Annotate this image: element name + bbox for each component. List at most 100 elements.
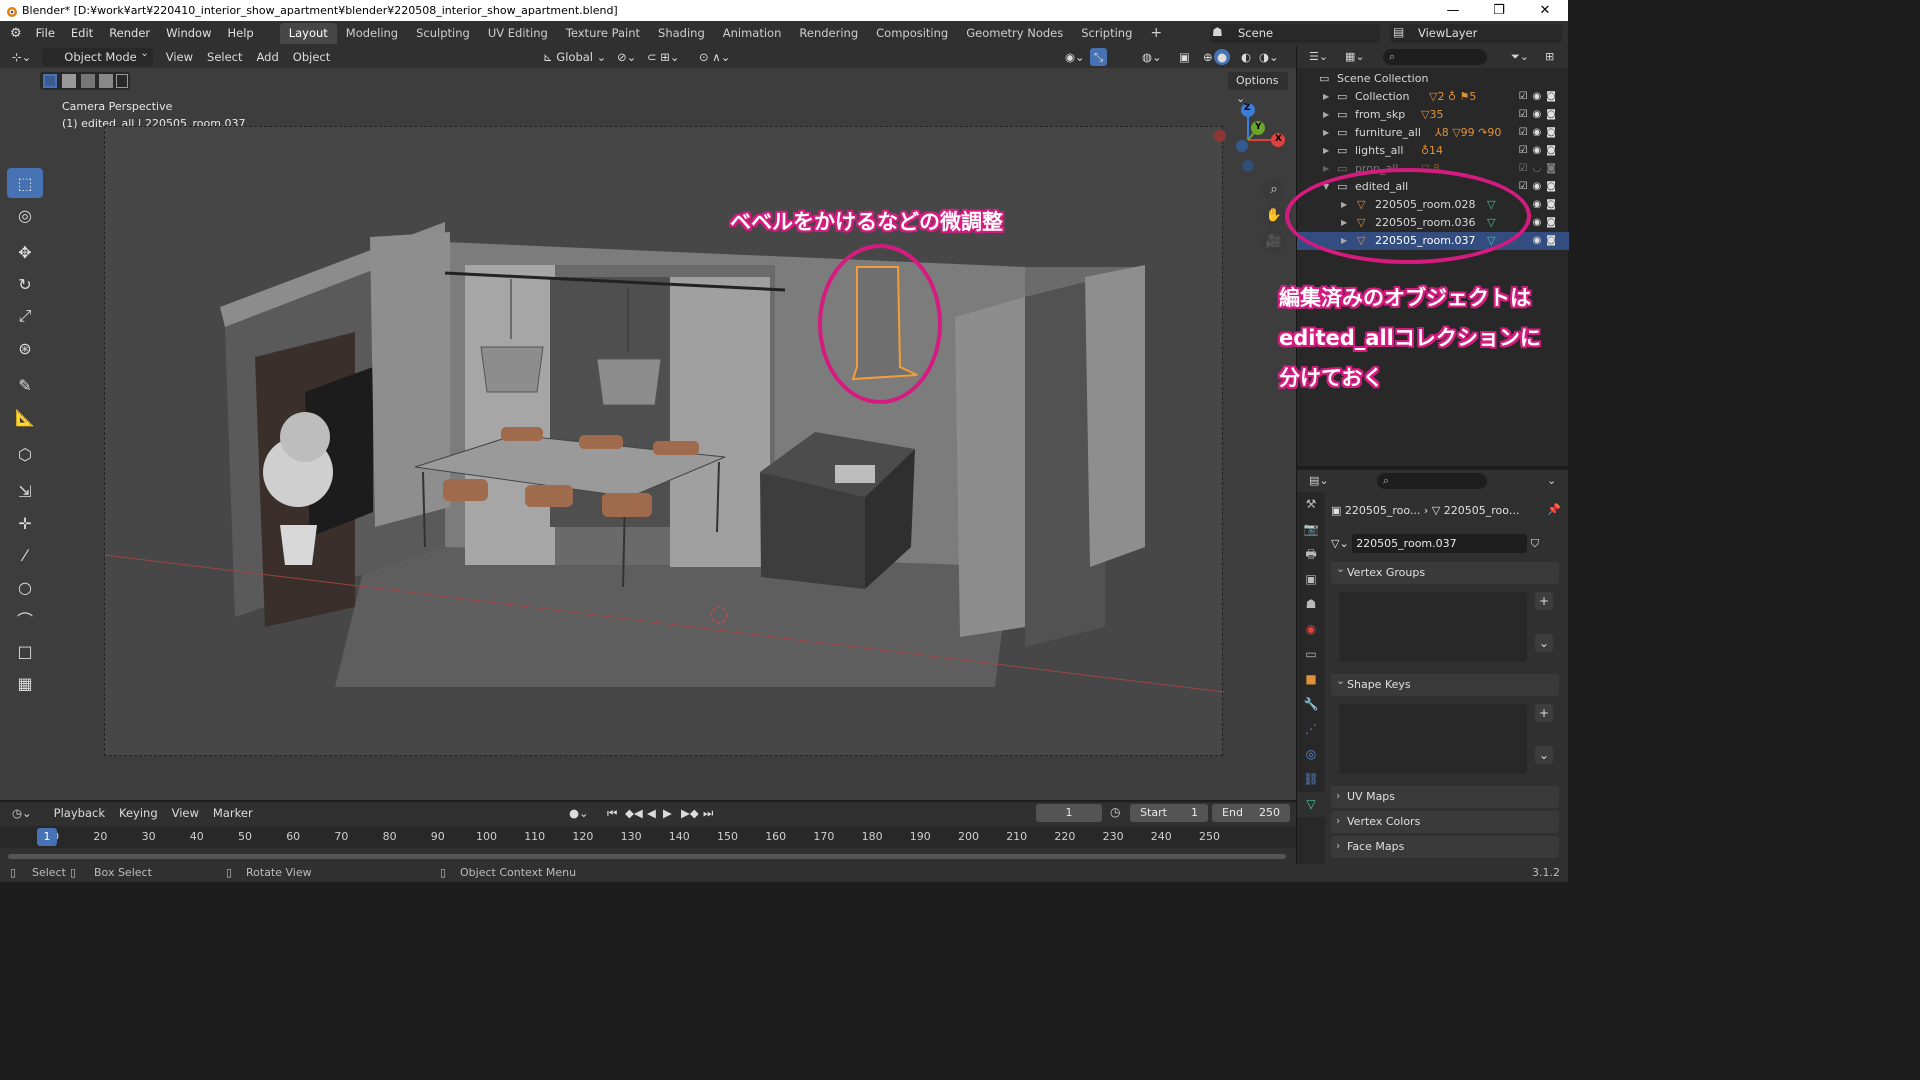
start-frame-field[interactable]: Start 1 bbox=[1130, 804, 1208, 822]
tab-layout[interactable]: Layout bbox=[279, 23, 337, 44]
gizmo-icon[interactable]: ⤡ bbox=[1090, 48, 1108, 66]
filter-icon[interactable]: ⏷⌄ bbox=[1511, 50, 1529, 64]
mode-dropdown[interactable]: Object Mode bbox=[42, 45, 153, 66]
visibility-toggles[interactable]: ◉◙ bbox=[1533, 196, 1561, 214]
measure-tool-icon[interactable]: 📐 bbox=[7, 402, 43, 432]
record-icon[interactable]: ●⌄ bbox=[562, 802, 596, 824]
visibility-toggles[interactable]: ☑◉◙ bbox=[1519, 124, 1561, 142]
proportional-edit-icon[interactable]: ⊙ ∧⌄ bbox=[692, 46, 737, 68]
tab-animation[interactable]: Animation bbox=[714, 23, 791, 44]
timeline-ruler[interactable]: 1 10203040506070809010011012013014015016… bbox=[0, 826, 1296, 848]
minimize-button[interactable]: — bbox=[1430, 0, 1476, 21]
menu-view[interactable]: View bbox=[159, 46, 200, 68]
xray-icon[interactable]: ▣ bbox=[1172, 46, 1197, 68]
add-vertex-group-button[interactable]: + bbox=[1535, 592, 1553, 610]
origin-tool-icon[interactable]: ⇲ bbox=[7, 476, 43, 506]
snap-icon[interactable]: ⊂ ⊞⌄ bbox=[640, 46, 687, 68]
fake-user-icon[interactable]: ⛉ bbox=[1531, 537, 1539, 550]
constraints-tab-icon[interactable]: ⛓ bbox=[1297, 767, 1325, 792]
pin-icon[interactable]: 📌 bbox=[1547, 503, 1561, 516]
shape-keys-panel[interactable]: Shape Keys bbox=[1331, 670, 1559, 696]
playhead[interactable]: 1 bbox=[37, 828, 57, 846]
select-new-icon[interactable] bbox=[43, 74, 57, 88]
timeline-scrollbar[interactable] bbox=[8, 854, 1286, 859]
uv-maps-panel[interactable]: UV Maps bbox=[1331, 785, 1559, 808]
add-grid-tool-icon[interactable]: ▦ bbox=[7, 668, 43, 698]
pan-hand-icon[interactable]: ✋ bbox=[1262, 204, 1286, 228]
cursor-tool-icon[interactable]: ◎ bbox=[7, 200, 43, 230]
properties-editor-icon[interactable]: ▤⌄ bbox=[1309, 474, 1329, 487]
modifier-tab-icon[interactable]: 🔧 bbox=[1297, 692, 1325, 717]
tool-tab-icon[interactable]: ⚒ bbox=[1297, 492, 1325, 517]
scene-tab-icon[interactable]: ☗ bbox=[1297, 592, 1325, 617]
new-collection-icon[interactable]: ⊞ bbox=[1545, 50, 1554, 63]
add-box-tool-icon[interactable]: □ bbox=[7, 636, 43, 666]
add-line-tool-icon[interactable]: ⁄ bbox=[7, 540, 43, 570]
add-point-tool-icon[interactable]: ✛ bbox=[7, 508, 43, 538]
collection-tab-icon[interactable]: ▭ bbox=[1297, 642, 1325, 667]
tab-uv-editing[interactable]: UV Editing bbox=[479, 23, 557, 44]
add-workspace-button[interactable]: + bbox=[1141, 23, 1171, 44]
expand-icon[interactable]: ▶ bbox=[1323, 106, 1329, 124]
menu-playback[interactable]: Playback bbox=[47, 802, 112, 824]
vertex-group-menu-button[interactable]: ⌄ bbox=[1535, 634, 1553, 652]
expand-icon[interactable]: ▶ bbox=[1323, 142, 1329, 160]
select-box-tool-icon[interactable]: ⬚ bbox=[7, 168, 43, 198]
visibility-toggles[interactable]: ◉◙ bbox=[1533, 214, 1561, 232]
select-mode-buttons[interactable] bbox=[40, 72, 130, 90]
scale-tool-icon[interactable]: ⤢ bbox=[7, 301, 43, 331]
clock-icon[interactable]: ◷ bbox=[1110, 805, 1120, 819]
navigation-gizmo[interactable]: Z Y X bbox=[1210, 100, 1286, 176]
menu-edit[interactable]: Edit bbox=[63, 21, 101, 46]
tab-scripting[interactable]: Scripting bbox=[1072, 23, 1141, 44]
visibility-toggles[interactable]: ◉◙ bbox=[1533, 232, 1561, 250]
menu-object[interactable]: Object bbox=[286, 46, 337, 68]
visibility-toggles[interactable]: ☑◉◙ bbox=[1519, 106, 1561, 124]
mesh-data-tab-icon[interactable]: ▽ bbox=[1297, 792, 1325, 817]
outliner-row-furniture-all[interactable]: ▶ ▭ furniture_all ⅄8 ▽99 ↷90 ☑◉◙ bbox=[1297, 124, 1569, 142]
face-maps-panel[interactable]: Face Maps bbox=[1331, 835, 1559, 858]
menu-keying[interactable]: Keying bbox=[112, 802, 165, 824]
menu-add[interactable]: Add bbox=[250, 46, 286, 68]
physics-tab-icon[interactable]: ◎ bbox=[1297, 742, 1325, 767]
camera-view-icon[interactable]: 🎥 bbox=[1262, 230, 1286, 254]
current-frame-field[interactable]: 1 bbox=[1036, 804, 1102, 822]
render-tab-icon[interactable]: 📷 bbox=[1297, 517, 1325, 542]
pivot-icon[interactable]: ⊘⌄ bbox=[610, 46, 643, 68]
overlay-icon[interactable]: ◍⌄ bbox=[1135, 46, 1169, 68]
menu-render[interactable]: Render bbox=[101, 21, 158, 46]
viewlayer-selector[interactable]: ViewLayer bbox=[1390, 24, 1562, 43]
menu-help[interactable]: Help bbox=[219, 21, 261, 46]
mesh-datablock-icon[interactable]: ▽⌄ bbox=[1331, 537, 1352, 550]
output-tab-icon[interactable]: 🖶 bbox=[1297, 542, 1325, 567]
menu-select[interactable]: Select bbox=[200, 46, 249, 68]
move-tool-icon[interactable]: ✥ bbox=[7, 237, 43, 267]
add-arc-tool-icon[interactable]: ⌒ bbox=[7, 604, 43, 634]
transform-tool-icon[interactable]: ⊛ bbox=[7, 333, 43, 363]
shading-solid-icon[interactable]: ● bbox=[1214, 49, 1231, 65]
visibility-toggles[interactable]: ☑◉◙ bbox=[1519, 178, 1561, 196]
vertex-groups-panel[interactable]: Vertex Groups bbox=[1331, 558, 1559, 584]
world-tab-icon[interactable]: ◉ bbox=[1297, 617, 1325, 642]
shading-rendered-icon[interactable]: ◑⌄ bbox=[1252, 46, 1286, 68]
tab-geometry-nodes[interactable]: Geometry Nodes bbox=[957, 23, 1072, 44]
maximize-button[interactable]: ❐ bbox=[1476, 0, 1522, 21]
rotate-tool-icon[interactable]: ↻ bbox=[7, 269, 43, 299]
view-layer-tab-icon[interactable]: ▣ bbox=[1297, 567, 1325, 592]
properties-search-input[interactable]: ⌕ bbox=[1377, 473, 1487, 489]
add-circle-tool-icon[interactable]: ○ bbox=[7, 572, 43, 602]
transform-orientation-dropdown[interactable]: ⊾ Global ⌄ bbox=[536, 46, 613, 68]
scene-selector[interactable]: Scene bbox=[1210, 24, 1380, 43]
add-cube-tool-icon[interactable]: ⬡ bbox=[7, 439, 43, 469]
outliner-row-from-skp[interactable]: ▶ ▭ from_skp ▽35 ☑◉◙ bbox=[1297, 106, 1569, 124]
tab-texture-paint[interactable]: Texture Paint bbox=[557, 23, 649, 44]
menu-timeline-view[interactable]: View bbox=[165, 802, 206, 824]
outliner-row-collection[interactable]: ▶ ▭ Collection ▽2 ♁ ⚑5 ☑◉◙ bbox=[1297, 88, 1569, 106]
select-subtract-icon[interactable] bbox=[81, 74, 95, 88]
add-shape-key-button[interactable]: + bbox=[1535, 704, 1553, 722]
shape-keys-list[interactable] bbox=[1339, 704, 1527, 774]
expand-icon[interactable]: ▶ bbox=[1323, 124, 1329, 142]
display-mode-icon[interactable]: ▦⌄ bbox=[1345, 50, 1365, 63]
end-frame-field[interactable]: End 250 bbox=[1212, 804, 1290, 822]
timeline-editor-icon[interactable]: ◷⌄ bbox=[0, 802, 39, 824]
